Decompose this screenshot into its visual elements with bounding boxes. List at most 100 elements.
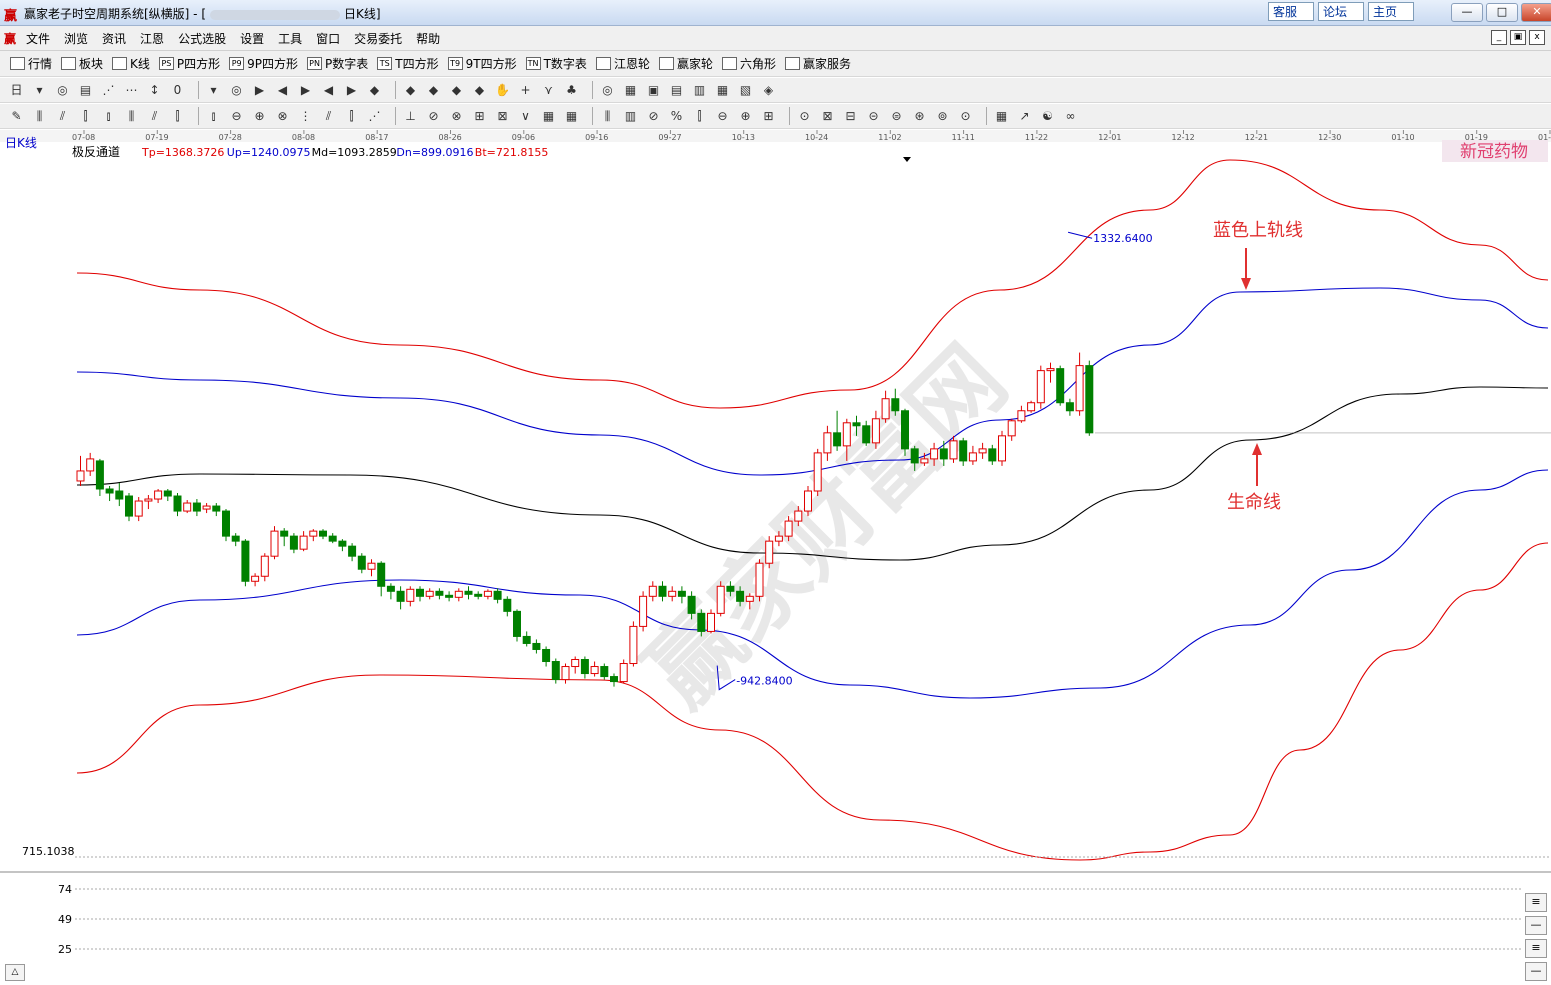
home-link[interactable]: 主页 (1368, 2, 1414, 21)
toolbar-button-1[interactable]: 板块 (61, 55, 103, 72)
drawing-tool-icon-16[interactable]: ◆ (402, 83, 419, 98)
gann-tool-icon-18[interactable]: ⊗ (448, 109, 465, 124)
drawing-tool-icon-9[interactable]: ◎ (228, 83, 245, 98)
toolbar-button-0[interactable]: 行情 (10, 55, 52, 72)
drawing-tool-icon-7[interactable]: 0 (169, 83, 186, 98)
gann-tool-icon-20[interactable]: ⊠ (494, 109, 511, 124)
menu-gann[interactable]: 江恩 (140, 30, 164, 47)
drawing-tool-icon-1[interactable]: ▾ (31, 83, 48, 98)
drawing-tool-icon-31[interactable]: ◈ (760, 83, 777, 98)
gann-tool-icon-38[interactable]: ⊚ (934, 109, 951, 124)
gann-tool-icon-2[interactable]: ⫽ (54, 109, 71, 124)
toolbar-button-4[interactable]: P9 9P四方形 (229, 55, 298, 72)
gann-tool-icon-28[interactable]: ⫿ (691, 109, 708, 124)
panel-menu-icon-4[interactable]: — (1525, 962, 1547, 981)
gann-tool-icon-4[interactable]: ⫾ (100, 109, 117, 124)
drawing-tool-icon-19[interactable]: ◆ (471, 83, 488, 98)
gann-tool-icon-1[interactable]: ⫼ (31, 109, 48, 124)
drawing-tool-icon-17[interactable]: ◆ (425, 83, 442, 98)
drawing-tool-icon-15[interactable]: ◆ (366, 83, 383, 98)
drawing-tool-icon-2[interactable]: ◎ (54, 83, 71, 98)
toolbar-button-7[interactable]: T9 9T四方形 (447, 55, 517, 72)
panel-menu-icon-1[interactable]: ≡ (1525, 893, 1547, 912)
toolbar-button-10[interactable]: 赢家轮 (658, 55, 713, 72)
gann-tool-icon-34[interactable]: ⊟ (842, 109, 859, 124)
gann-tool-icon-3[interactable]: ⫿ (77, 109, 94, 124)
gann-tool-icon-6[interactable]: ⫽ (146, 109, 163, 124)
toolbar-button-8[interactable]: TN T数字表 (525, 55, 587, 72)
drawing-tool-icon-6[interactable]: ↕ (146, 83, 163, 98)
gann-tool-icon-25[interactable]: ▥ (622, 109, 639, 124)
gann-tool-icon-32[interactable]: ⊙ (796, 109, 813, 124)
gann-tool-icon-16[interactable]: ⊥ (402, 109, 419, 124)
gann-tool-icon-22[interactable]: ▦ (540, 109, 557, 124)
gann-tool-icon-37[interactable]: ⊛ (911, 109, 928, 124)
mdi-close-icon[interactable]: x (1529, 30, 1545, 45)
menu-browse[interactable]: 浏览 (64, 30, 88, 47)
drawing-tool-icon-12[interactable]: ▶ (297, 83, 314, 98)
gann-tool-icon-19[interactable]: ⊞ (471, 109, 488, 124)
gann-tool-icon-43[interactable]: ∞ (1062, 109, 1079, 124)
drawing-tool-icon-23[interactable]: ♣ (563, 83, 580, 98)
menu-settings[interactable]: 设置 (240, 30, 264, 47)
menu-trade[interactable]: 交易委托 (354, 30, 402, 47)
gann-tool-icon-21[interactable]: ∨ (517, 109, 534, 124)
drawing-tool-icon-25[interactable]: ▦ (622, 83, 639, 98)
drawing-tool-icon-13[interactable]: ◀ (320, 83, 337, 98)
toolbar-button-9[interactable]: 江恩轮 (595, 55, 650, 72)
gann-tool-icon-23[interactable]: ▦ (563, 109, 580, 124)
gann-tool-icon-33[interactable]: ⊠ (819, 109, 836, 124)
maximize-icon[interactable]: □ (1486, 3, 1518, 22)
toolbar-button-12[interactable]: 赢家服务 (784, 55, 851, 72)
gann-tool-icon-17[interactable]: ⊘ (425, 109, 442, 124)
panel-menu-icon-3[interactable]: ≡ (1525, 939, 1547, 958)
drawing-tool-icon-14[interactable]: ▶ (343, 83, 360, 98)
menu-formula[interactable]: 公式选股 (178, 30, 226, 47)
menu-window[interactable]: 窗口 (316, 30, 340, 47)
gann-tool-icon-7[interactable]: ⫿ (169, 109, 186, 124)
gann-tool-icon-8[interactable]: ⫾ (205, 109, 222, 124)
drawing-tool-icon-18[interactable]: ◆ (448, 83, 465, 98)
gann-tool-icon-40[interactable]: ▦ (993, 109, 1010, 124)
mdi-restore-icon[interactable]: ▣ (1510, 30, 1526, 45)
gann-tool-icon-31[interactable]: ⊞ (760, 109, 777, 124)
toolbar-button-2[interactable]: K线 (112, 55, 150, 72)
gann-tool-icon-42[interactable]: ☯ (1039, 109, 1056, 124)
gann-tool-icon-13[interactable]: ⫽ (320, 109, 337, 124)
gann-tool-icon-12[interactable]: ⋮ (297, 109, 314, 124)
gann-tool-icon-5[interactable]: ⫼ (123, 109, 140, 124)
drawing-tool-icon-10[interactable]: ▶ (251, 83, 268, 98)
minimize-icon[interactable]: — (1451, 3, 1483, 22)
gann-tool-icon-27[interactable]: % (668, 109, 685, 124)
toolbar-button-3[interactable]: PS P四方形 (158, 55, 220, 72)
gann-tool-icon-39[interactable]: ⊙ (957, 109, 974, 124)
drawing-tool-icon-4[interactable]: ⋰ (100, 83, 117, 98)
toolbar-button-11[interactable]: 六角形 (721, 55, 776, 72)
drawing-tool-icon-8[interactable]: ▾ (205, 83, 222, 98)
gann-tool-icon-11[interactable]: ⊗ (274, 109, 291, 124)
gann-tool-icon-29[interactable]: ⊖ (714, 109, 731, 124)
drawing-tool-icon-28[interactable]: ▥ (691, 83, 708, 98)
gann-tool-icon-41[interactable]: ↗ (1016, 109, 1033, 124)
drawing-tool-icon-5[interactable]: ⋯ (123, 83, 140, 98)
gann-tool-icon-15[interactable]: ⋰ (366, 109, 383, 124)
gann-tool-icon-10[interactable]: ⊕ (251, 109, 268, 124)
panel-menu-icon-2[interactable]: — (1525, 916, 1547, 935)
menu-news[interactable]: 资讯 (102, 30, 126, 47)
drawing-tool-icon-0[interactable]: 日 (8, 83, 25, 98)
drawing-tool-icon-26[interactable]: ▣ (645, 83, 662, 98)
drawing-tool-icon-24[interactable]: ◎ (599, 83, 616, 98)
gann-tool-icon-30[interactable]: ⊕ (737, 109, 754, 124)
drawing-tool-icon-29[interactable]: ▦ (714, 83, 731, 98)
kline-chart[interactable]: 07-08 07-19 07-28 08-08 08-17 08-26 09-06 09-16… (0, 130, 1551, 983)
gann-tool-icon-36[interactable]: ⊜ (888, 109, 905, 124)
drawing-tool-icon-21[interactable]: + (517, 83, 534, 98)
menu-file[interactable]: 文件 (26, 30, 50, 47)
gann-tool-icon-26[interactable]: ⊘ (645, 109, 662, 124)
gann-tool-icon-14[interactable]: ⫿ (343, 109, 360, 124)
sector-tag[interactable]: 新冠药物 (1460, 142, 1528, 162)
drawing-tool-icon-11[interactable]: ◀ (274, 83, 291, 98)
close-icon[interactable]: ✕ (1521, 3, 1551, 22)
gann-tool-icon-24[interactable]: ⫼ (599, 109, 616, 124)
mdi-minimize-icon[interactable]: _ (1491, 30, 1507, 45)
